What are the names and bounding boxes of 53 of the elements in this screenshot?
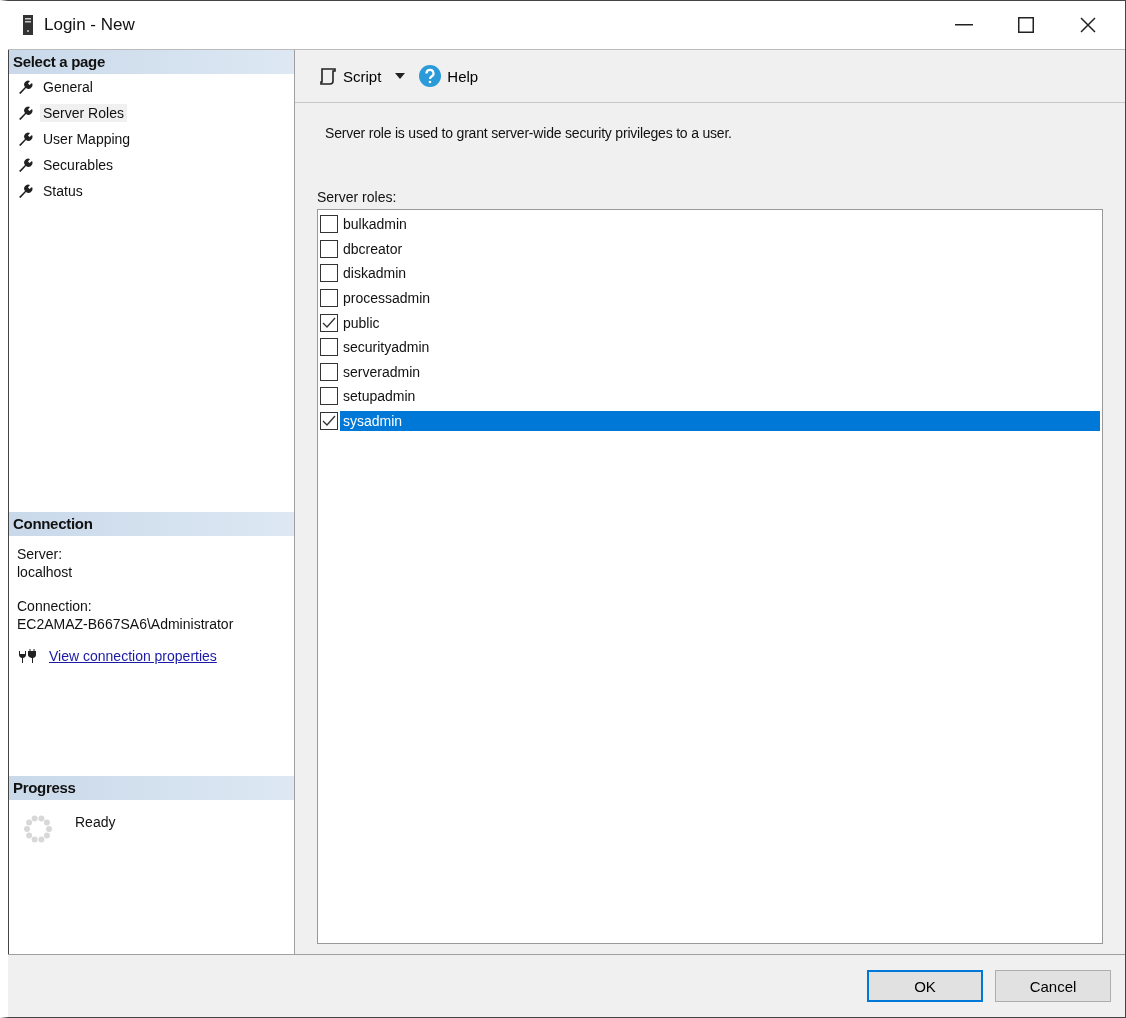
checkbox[interactable] <box>320 387 338 406</box>
minimize-icon <box>955 24 973 26</box>
dialog-button[interactable]: OK <box>867 970 983 1002</box>
wrench-icon <box>17 157 33 173</box>
section-heading: Connection <box>9 512 294 536</box>
checkbox[interactable] <box>320 362 338 381</box>
checkbox[interactable] <box>320 412 338 431</box>
server-label: Server: <box>17 546 64 562</box>
window-title: Login - New <box>44 15 136 35</box>
view-connection-properties-link[interactable]: View connection properties <box>49 648 217 664</box>
role-item[interactable]: serveradmin <box>340 361 1100 382</box>
connection-label: Connection: <box>17 598 93 614</box>
server-icon <box>22 15 34 35</box>
role-item[interactable]: securityadmin <box>340 337 1100 358</box>
role-item[interactable]: setupadmin <box>340 386 1100 407</box>
wrench-icon <box>17 79 33 95</box>
section-heading: Select a page <box>9 50 294 74</box>
page-link[interactable]: General <box>40 78 96 96</box>
role-item[interactable]: processadmin <box>340 288 1100 309</box>
help-icon <box>419 65 442 87</box>
checkbox[interactable] <box>320 215 338 234</box>
script-button[interactable]: Script <box>317 65 384 87</box>
close-icon <box>1080 17 1096 33</box>
wrench-icon <box>17 105 33 121</box>
connection-name: EC2AMAZ-B667SA6\Administrator <box>17 616 235 632</box>
role-item[interactable]: bulkadmin <box>340 214 1100 235</box>
page-link[interactable]: User Mapping <box>40 130 134 148</box>
spinner-icon <box>23 814 53 844</box>
checkbox[interactable] <box>320 313 338 332</box>
server-roles-label: Server roles: <box>317 189 398 205</box>
page-link[interactable]: Status <box>40 182 86 200</box>
description-text: Server role is used to grant server-wide security privileges to a user. <box>325 125 733 141</box>
section-heading: Progress <box>9 776 294 800</box>
server-name: localhost <box>17 564 74 580</box>
wrench-icon <box>17 183 33 199</box>
role-item[interactable]: public <box>340 312 1100 333</box>
page-link[interactable]: Server Roles <box>40 104 127 122</box>
checkbox[interactable] <box>320 289 338 308</box>
script-icon <box>319 67 337 85</box>
checkbox[interactable] <box>320 338 338 357</box>
wrench-icon <box>17 131 33 147</box>
help-button[interactable]: Help <box>417 63 481 89</box>
page-link[interactable]: Securables <box>40 156 117 174</box>
maximize-icon <box>1018 17 1034 33</box>
plug-icon <box>17 649 37 663</box>
dialog-button[interactable]: Cancel <box>995 970 1111 1002</box>
checkbox[interactable] <box>320 239 338 258</box>
progress-status: Ready <box>75 814 116 830</box>
checkbox[interactable] <box>320 264 338 283</box>
role-item[interactable]: diskadmin <box>340 263 1100 284</box>
role-item[interactable]: sysadmin <box>340 411 1100 432</box>
dropdown-caret-icon[interactable] <box>395 73 406 79</box>
role-item[interactable]: dbcreator <box>340 238 1100 259</box>
